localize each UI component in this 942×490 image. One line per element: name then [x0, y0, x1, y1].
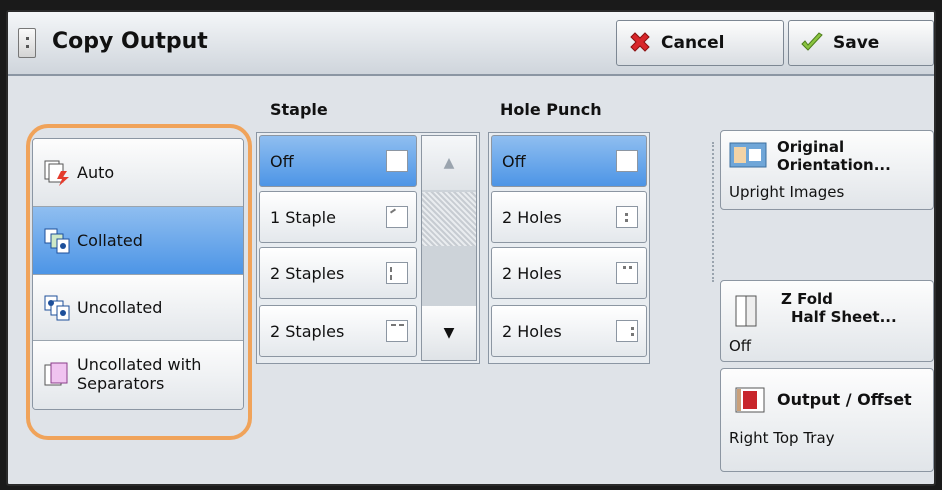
- option-separators-label-1: Uncollated with: [77, 355, 202, 374]
- cancel-button[interactable]: Cancel: [616, 20, 784, 66]
- staple-corner-icon: [386, 206, 408, 228]
- original-orientation-button[interactable]: Original Orientation... Upright Images: [720, 130, 934, 210]
- cancel-label: Cancel: [661, 33, 725, 53]
- staple-option-2-staples-left[interactable]: 2 Staples: [259, 247, 417, 299]
- copy-output-screen: Copy Output Cancel Save Auto Collated Un…: [6, 10, 936, 486]
- save-button[interactable]: Save: [788, 20, 934, 66]
- uncollated-icon: [43, 294, 71, 322]
- hole-off-label: Off: [502, 151, 526, 171]
- z-fold-value: Off: [729, 337, 752, 355]
- holes-top-icon: [616, 262, 638, 284]
- staple-option-2-staples-top[interactable]: 2 Staples: [259, 305, 417, 357]
- orientation-value: Upright Images: [729, 183, 845, 201]
- staple-1-label: 1 Staple: [270, 207, 336, 227]
- dotted-separator: [712, 142, 714, 282]
- hole-2-right-label: 2 Holes: [502, 321, 562, 341]
- output-offset-label: Output / Offset: [777, 390, 912, 409]
- hole-punch-title: Hole Punch: [500, 100, 602, 119]
- save-label: Save: [833, 33, 880, 53]
- hole-punch-option-2-holes-left[interactable]: 2 Holes: [491, 191, 647, 243]
- z-fold-label-1: Z Fold: [781, 290, 833, 308]
- save-check-icon: [799, 30, 825, 56]
- title-bar: Copy Output Cancel Save: [8, 12, 934, 76]
- hole-2-left-label: 2 Holes: [502, 207, 562, 227]
- orientation-label-1: Original: [777, 138, 845, 156]
- option-collated[interactable]: Collated: [33, 207, 243, 275]
- staple-2-top-label: 2 Staples: [270, 321, 345, 341]
- z-fold-paper-icon: [735, 295, 757, 327]
- staple-pane: Off 1 Staple 2 Staples 2 Staples ▲ ▼: [256, 132, 480, 364]
- holes-right-icon: [616, 320, 638, 342]
- output-tray-icon: [735, 385, 765, 415]
- hole-punch-option-2-holes-top[interactable]: 2 Holes: [491, 247, 647, 299]
- menu-handle-icon[interactable]: [18, 28, 36, 58]
- orientation-image-icon: [729, 141, 767, 169]
- blank-box-icon: [386, 150, 408, 172]
- collated-icon: [43, 227, 71, 255]
- output-offset-value: Right Top Tray: [729, 429, 835, 447]
- staple-scrollbar[interactable]: ▲ ▼: [421, 135, 477, 361]
- scroll-up-icon[interactable]: ▲: [422, 136, 476, 190]
- staple-option-off[interactable]: Off: [259, 135, 417, 187]
- z-fold-button[interactable]: Z Fold Half Sheet... Off: [720, 280, 934, 362]
- staple-top-icon: [386, 320, 408, 342]
- staple-left-icon: [386, 262, 408, 284]
- cancel-x-icon: [627, 30, 653, 56]
- page-title: Copy Output: [52, 29, 208, 54]
- scroll-thumb[interactable]: [422, 192, 476, 246]
- option-collated-label: Collated: [77, 231, 143, 250]
- staple-option-1-staple[interactable]: 1 Staple: [259, 191, 417, 243]
- orientation-label-2: Orientation...: [777, 156, 891, 174]
- staple-2-left-label: 2 Staples: [270, 263, 345, 283]
- option-uncollated-separators[interactable]: Uncollated with Separators: [33, 341, 243, 409]
- scroll-down-icon[interactable]: ▼: [422, 306, 476, 360]
- hole-2-top-label: 2 Holes: [502, 263, 562, 283]
- hole-punch-option-off[interactable]: Off: [491, 135, 647, 187]
- hole-punch-pane: Off 2 Holes 2 Holes 2 Holes: [488, 132, 650, 364]
- separators-icon: [43, 361, 71, 389]
- blank-box-icon: [616, 150, 638, 172]
- hole-punch-option-2-holes-right[interactable]: 2 Holes: [491, 305, 647, 357]
- option-auto[interactable]: Auto: [33, 139, 243, 207]
- staple-off-label: Off: [270, 151, 294, 171]
- option-uncollated-label: Uncollated: [77, 298, 163, 317]
- option-separators-label-2: Separators: [77, 374, 165, 393]
- z-fold-label-2: Half Sheet...: [791, 308, 897, 326]
- holes-left-icon: [616, 206, 638, 228]
- output-offset-button[interactable]: Output / Offset Right Top Tray: [720, 368, 934, 472]
- option-auto-label: Auto: [77, 163, 115, 182]
- staple-title: Staple: [270, 100, 328, 119]
- output-options-list: Auto Collated Uncollated Uncollated with…: [32, 138, 244, 410]
- auto-collate-icon: [43, 159, 71, 187]
- option-uncollated[interactable]: Uncollated: [33, 275, 243, 341]
